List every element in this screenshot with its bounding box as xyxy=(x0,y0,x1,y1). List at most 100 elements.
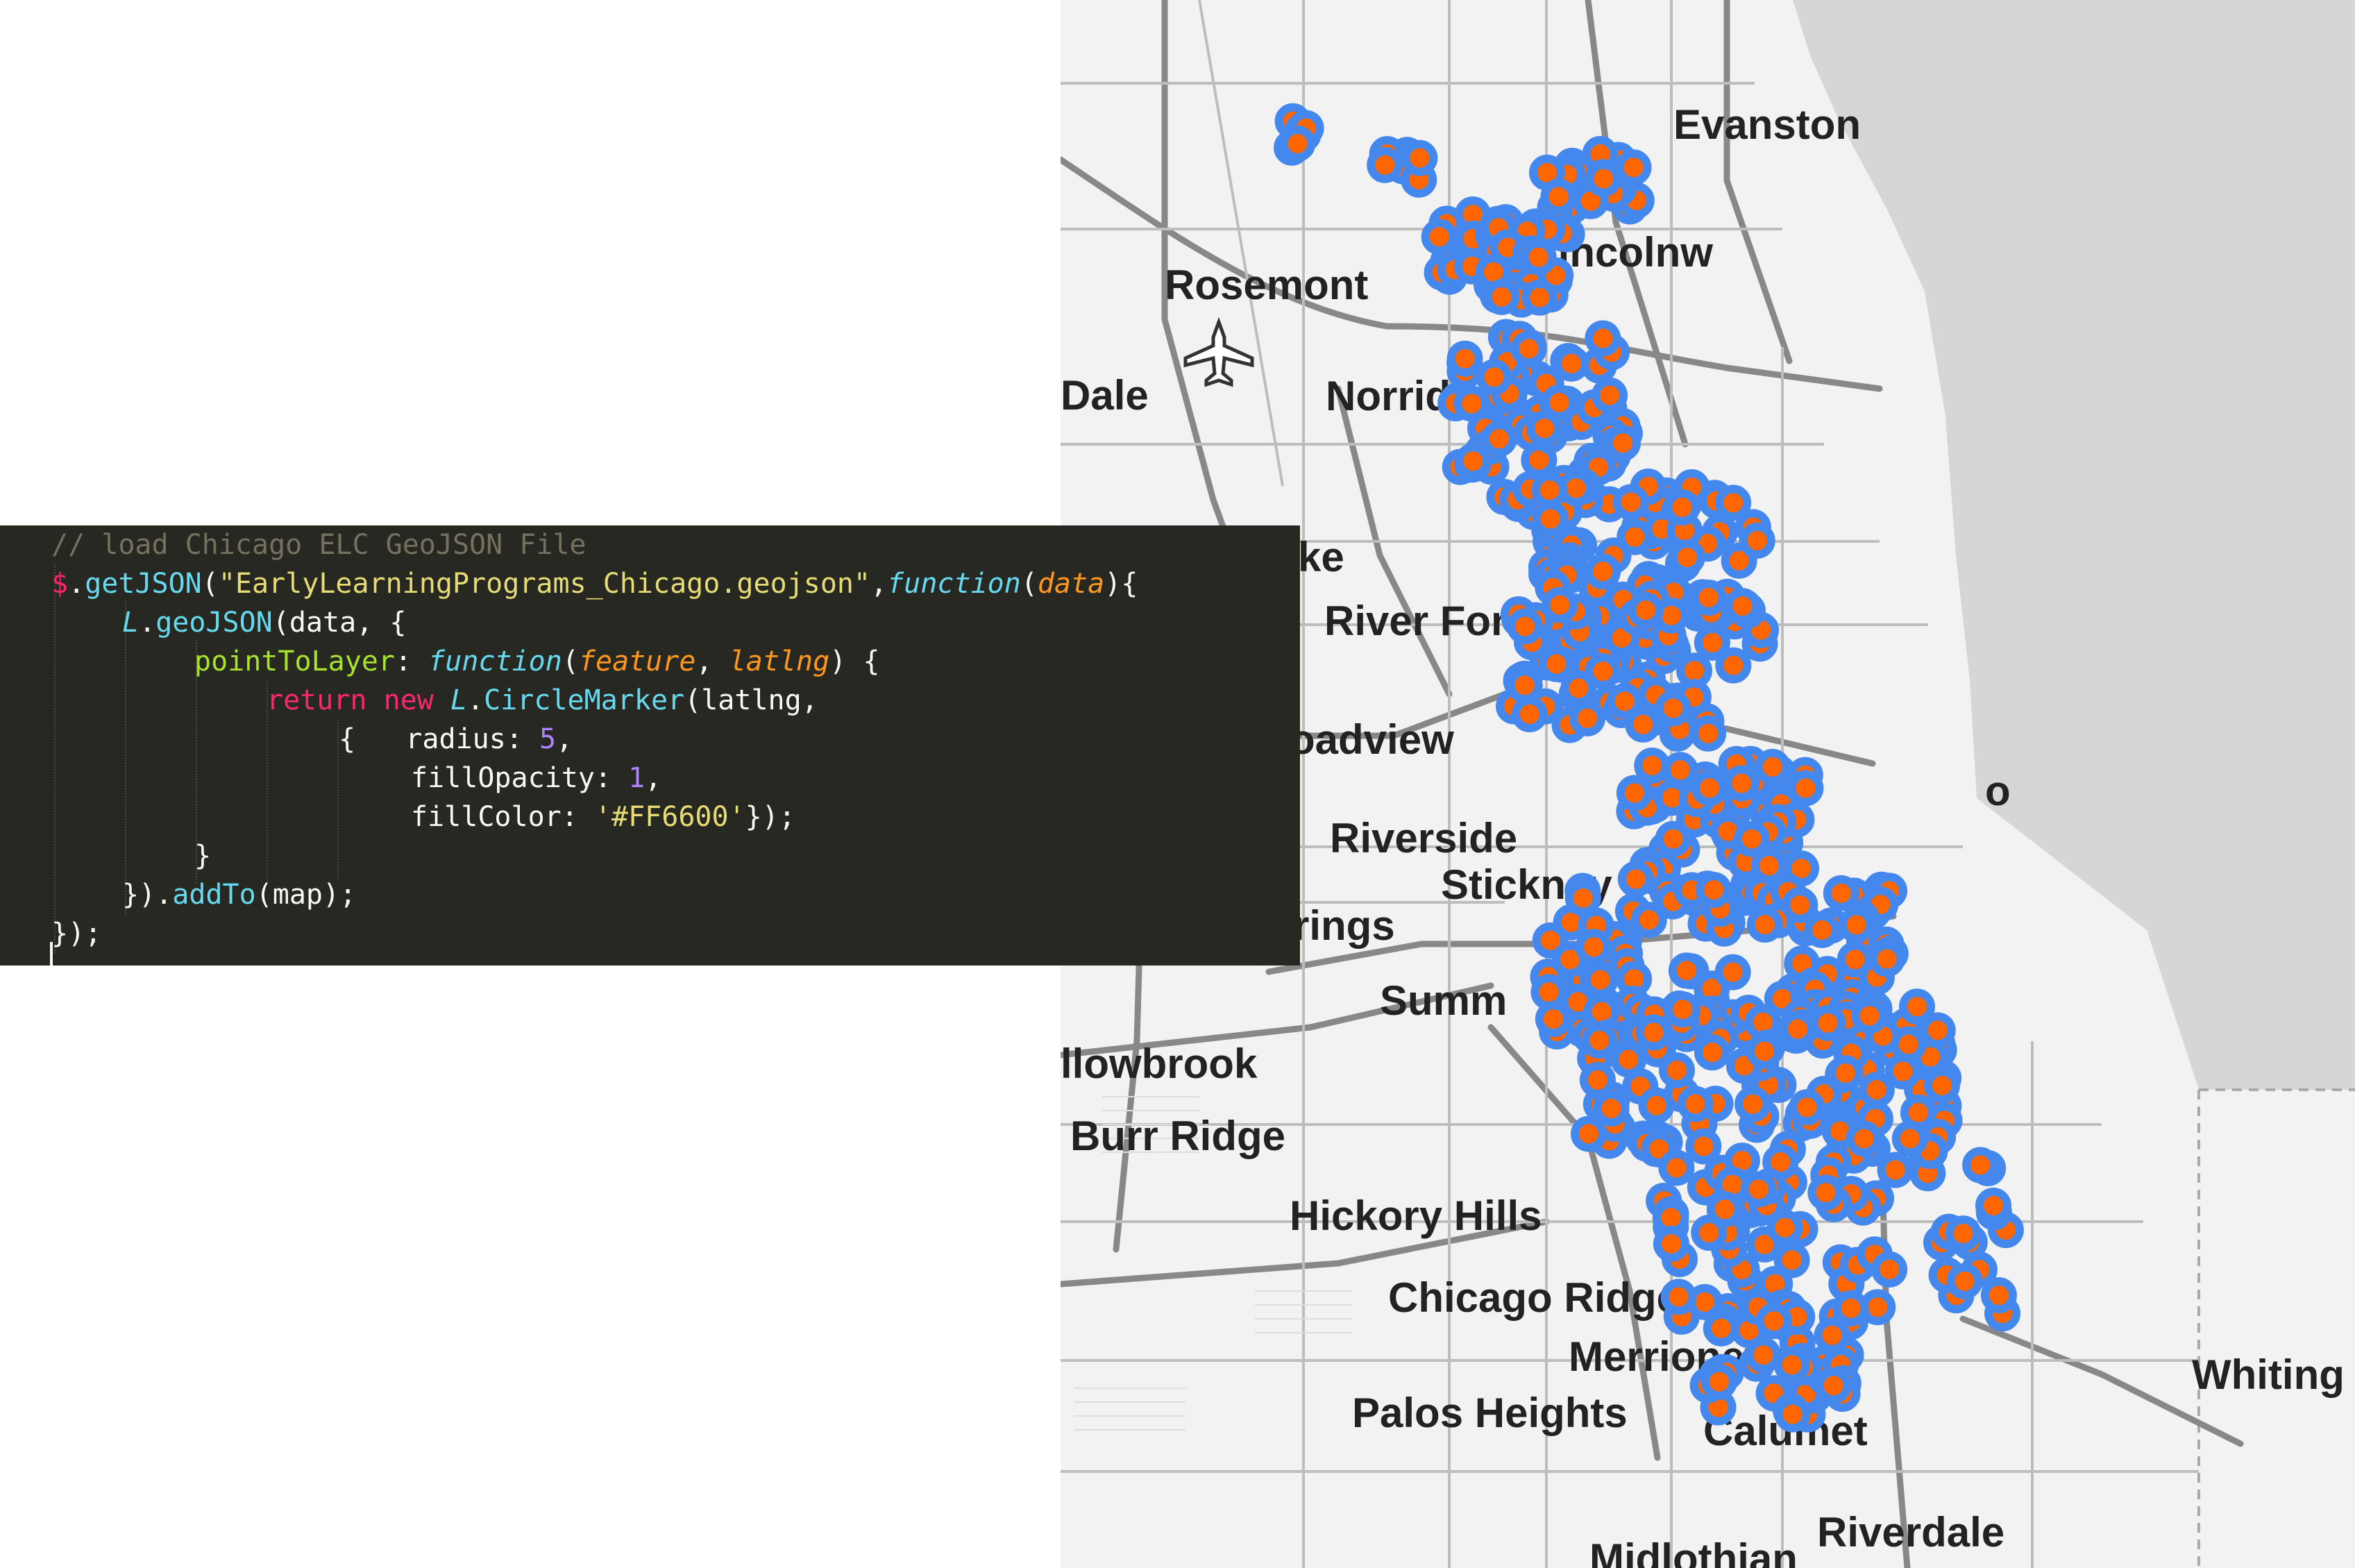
program-marker[interactable] xyxy=(1733,820,1770,857)
program-marker[interactable] xyxy=(1740,1171,1777,1208)
program-marker[interactable] xyxy=(1827,1055,1864,1092)
program-marker[interactable] xyxy=(1453,385,1490,422)
program-marker[interactable] xyxy=(1564,879,1601,916)
program-marker[interactable] xyxy=(1542,587,1578,623)
program-marker[interactable] xyxy=(1658,1149,1695,1186)
program-marker[interactable] xyxy=(1946,1263,1983,1299)
program-marker[interactable] xyxy=(1521,279,1558,316)
program-marker[interactable] xyxy=(1506,667,1543,704)
program-marker[interactable] xyxy=(1780,1011,1816,1047)
program-marker[interactable] xyxy=(1891,1120,1928,1157)
program-marker[interactable] xyxy=(1789,1089,1825,1126)
program-marker[interactable] xyxy=(1694,624,1730,661)
program-marker[interactable] xyxy=(1660,1279,1697,1315)
program-marker[interactable] xyxy=(1585,160,1622,197)
program-marker[interactable] xyxy=(1685,1128,1722,1165)
program-marker[interactable] xyxy=(1483,278,1520,315)
program-marker[interactable] xyxy=(1851,997,1888,1034)
program-marker[interactable] xyxy=(1592,377,1628,414)
program-marker[interactable] xyxy=(1703,1310,1739,1347)
program-marker[interactable] xyxy=(1669,539,1705,576)
program-marker[interactable] xyxy=(1662,752,1698,789)
program-marker[interactable] xyxy=(1815,1367,1852,1404)
program-marker[interactable] xyxy=(1700,1363,1737,1400)
program-marker[interactable] xyxy=(1858,1072,1895,1108)
program-marker[interactable] xyxy=(1585,320,1621,357)
program-marker[interactable] xyxy=(1625,706,1662,743)
program-marker[interactable] xyxy=(1617,861,1654,897)
program-marker[interactable] xyxy=(1923,1068,1960,1104)
program-marker[interactable] xyxy=(1868,941,1905,977)
program-marker[interactable] xyxy=(1755,1303,1792,1340)
program-marker[interactable] xyxy=(1579,1062,1616,1098)
program-marker[interactable] xyxy=(1664,991,1701,1028)
program-marker[interactable] xyxy=(1655,820,1691,857)
program-marker[interactable] xyxy=(1593,1090,1630,1127)
program-marker[interactable] xyxy=(1809,1004,1846,1041)
program-marker[interactable] xyxy=(1655,690,1691,727)
program-marker[interactable] xyxy=(1279,125,1316,162)
program-marker[interactable] xyxy=(1980,1277,2017,1314)
program-marker[interactable] xyxy=(1690,715,1727,752)
program-marker[interactable] xyxy=(1531,472,1568,509)
program-marker[interactable] xyxy=(1724,588,1761,625)
program-marker[interactable] xyxy=(1945,1215,1982,1252)
program-marker[interactable] xyxy=(1838,907,1875,943)
program-marker[interactable] xyxy=(1734,1086,1771,1122)
program-marker[interactable] xyxy=(1630,902,1667,938)
program-marker[interactable] xyxy=(1677,1086,1714,1122)
program-marker[interactable] xyxy=(1837,941,1873,978)
program-marker[interactable] xyxy=(1480,421,1517,457)
program-marker[interactable] xyxy=(1535,1001,1571,1038)
program-marker[interactable] xyxy=(1585,653,1621,690)
program-marker[interactable] xyxy=(1510,330,1547,367)
program-marker[interactable] xyxy=(1628,592,1664,629)
program-marker[interactable] xyxy=(1715,484,1752,521)
program-marker[interactable] xyxy=(1507,608,1543,645)
program-marker[interactable] xyxy=(1668,952,1705,989)
program-marker[interactable] xyxy=(1653,1226,1689,1262)
code-editor[interactable]: // load Chicago ELC GeoJSON File $.getJS… xyxy=(0,525,1300,966)
program-marker[interactable] xyxy=(1782,886,1818,923)
program-marker[interactable] xyxy=(1569,700,1605,736)
program-marker[interactable] xyxy=(1787,770,1824,807)
program-marker[interactable] xyxy=(1367,146,1403,183)
program-marker[interactable] xyxy=(1571,1115,1607,1152)
program-marker[interactable] xyxy=(1746,1033,1783,1070)
program-marker[interactable] xyxy=(1576,929,1612,966)
program-marker[interactable] xyxy=(1511,696,1548,732)
program-marker[interactable] xyxy=(1615,149,1652,186)
program-marker[interactable] xyxy=(1696,872,1732,909)
program-marker[interactable] xyxy=(1975,1188,2011,1224)
program-marker[interactable] xyxy=(1877,1152,1914,1188)
program-marker[interactable] xyxy=(1532,500,1569,537)
program-marker[interactable] xyxy=(1774,1396,1811,1433)
program-marker[interactable] xyxy=(1804,911,1840,948)
program-marker[interactable] xyxy=(1540,178,1577,215)
program-marker[interactable] xyxy=(1476,359,1512,396)
program-marker[interactable] xyxy=(1455,443,1492,480)
program-marker[interactable] xyxy=(1691,770,1728,807)
program-marker[interactable] xyxy=(1773,1347,1810,1383)
program-marker[interactable] xyxy=(1871,1251,1908,1288)
program-marker[interactable] xyxy=(1541,384,1578,421)
program-marker[interactable] xyxy=(1421,219,1458,255)
program-marker[interactable] xyxy=(1616,775,1653,811)
program-marker[interactable] xyxy=(1520,239,1557,276)
program-marker[interactable] xyxy=(1823,875,1859,911)
program-marker[interactable] xyxy=(1723,765,1760,802)
program-marker[interactable] xyxy=(1706,1191,1743,1228)
program-marker[interactable] xyxy=(1585,553,1621,590)
program-marker[interactable] xyxy=(1754,748,1791,785)
program-marker[interactable] xyxy=(1807,1174,1844,1211)
program-marker[interactable] xyxy=(1745,1337,1782,1374)
program-marker[interactable] xyxy=(1538,646,1575,682)
program-marker[interactable] xyxy=(1634,748,1671,784)
program-marker[interactable] xyxy=(1401,140,1438,176)
program-marker[interactable] xyxy=(1612,484,1649,521)
program-marker[interactable] xyxy=(1446,340,1483,377)
program-marker[interactable] xyxy=(1746,907,1783,943)
program-marker[interactable] xyxy=(1739,522,1775,559)
program-marker[interactable] xyxy=(1690,580,1727,616)
program-marker[interactable] xyxy=(1814,1317,1850,1354)
